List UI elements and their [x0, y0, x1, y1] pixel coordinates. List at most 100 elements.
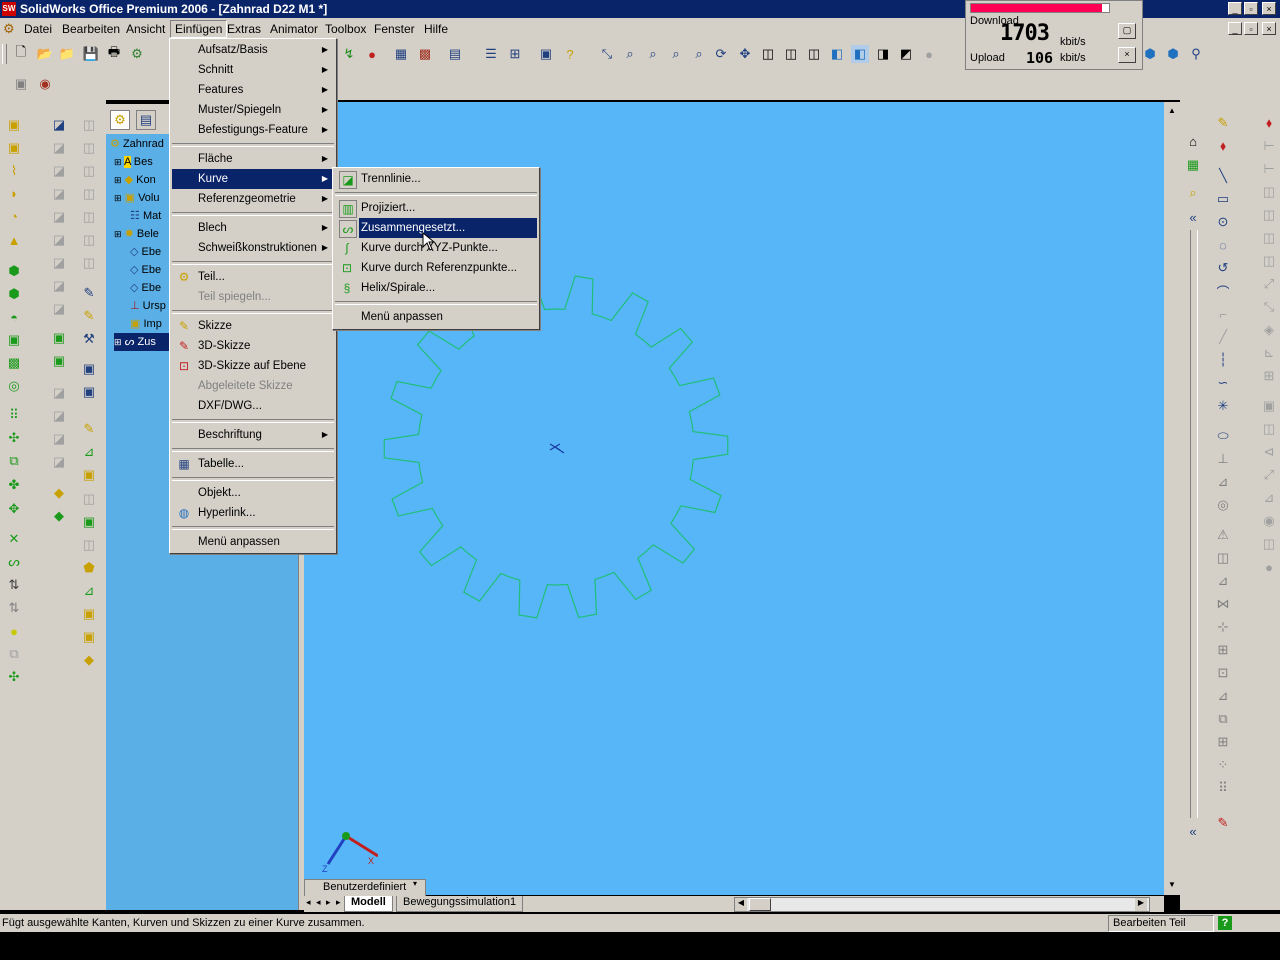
- minimize-icon[interactable]: _: [1228, 2, 1242, 15]
- scroll-left-icon[interactable]: ◀: [735, 898, 747, 911]
- wireframe-icon[interactable]: ◫: [759, 45, 777, 63]
- grid-icon[interactable]: ▦: [392, 45, 410, 63]
- menu-animator[interactable]: Animator: [266, 21, 322, 37]
- rib-icon[interactable]: ⬢: [5, 285, 23, 303]
- tree-item-annotations[interactable]: ⊞ A Bes: [114, 153, 153, 171]
- zoom-in-icon[interactable]: ⌕: [667, 45, 685, 63]
- options-icon[interactable]: ⚙: [128, 45, 146, 63]
- relation-18-icon[interactable]: ◉: [1260, 512, 1278, 530]
- sphere-icon[interactable]: ●: [5, 622, 23, 640]
- scroll-thumb[interactable]: [749, 898, 771, 911]
- relation-17-icon[interactable]: ⊿: [1260, 489, 1278, 507]
- menu-item-teil[interactable]: ⚙ Teil...: [172, 267, 334, 287]
- zoom-area-icon[interactable]: ⌕: [644, 45, 662, 63]
- relation-4-icon[interactable]: ◫: [1260, 183, 1278, 201]
- relation-11-icon[interactable]: ⊾: [1260, 344, 1278, 362]
- tab-modell[interactable]: Modell: [344, 896, 393, 912]
- chevron-down-icon[interactable]: ▾: [413, 879, 417, 888]
- tree-item-plane-front[interactable]: ◇ Ebe: [130, 243, 161, 261]
- menu-item-aufsatz-basis[interactable]: Aufsatz/Basis ▶: [172, 40, 334, 60]
- submenu-item-zusammengesetzt[interactable]: ᔕ Zusammengesetzt...: [335, 218, 537, 238]
- intersection-icon[interactable]: ⊿: [1214, 572, 1232, 590]
- horizontal-scrollbar[interactable]: ◀ ▶: [734, 897, 1150, 912]
- smart-dim-icon[interactable]: ✎: [80, 307, 98, 325]
- scroll-up-icon[interactable]: ▲: [1164, 106, 1180, 122]
- view-orientation-dropdown[interactable]: Benutzerdefiniert ▾: [304, 879, 426, 897]
- doc-restore-icon[interactable]: ▫: [1244, 22, 1258, 35]
- shell-icon[interactable]: ⬢: [5, 262, 23, 280]
- toolbar-grip[interactable]: [2, 44, 7, 64]
- revolved-surface-icon[interactable]: ◪: [50, 139, 68, 157]
- tree-item-origin[interactable]: ⊥ Ursp: [130, 297, 166, 315]
- menu-item-flaeche[interactable]: Fläche ▶: [172, 149, 334, 169]
- submenu-item-kurve-referenzpunkte[interactable]: ⊡ Kurve durch Referenzpunkte...: [335, 258, 537, 278]
- offset-surface-icon[interactable]: ◪: [50, 208, 68, 226]
- explorer-icon[interactable]: ⌕: [1184, 184, 1202, 202]
- vertical-scrollbar[interactable]: ▲ ▼: [1164, 102, 1180, 895]
- replace-face-icon[interactable]: ◪: [50, 430, 68, 448]
- record-icon[interactable]: ◉: [36, 75, 54, 93]
- sketch-fillet-icon[interactable]: ⌐: [1214, 305, 1232, 323]
- select-icon[interactable]: ⊞: [506, 45, 524, 63]
- relation-14-icon[interactable]: ◫: [1260, 420, 1278, 438]
- tree-item-composite[interactable]: ⊞ ᔕ Zus: [114, 333, 174, 351]
- zoom-fit-icon[interactable]: ⌕: [621, 45, 639, 63]
- grid-sketch-icon[interactable]: ⊞: [1214, 733, 1232, 751]
- delete-face-icon[interactable]: ◪: [50, 407, 68, 425]
- menu-einfuegen[interactable]: Einfügen: [170, 20, 228, 38]
- new-icon[interactable]: 🗋: [12, 44, 30, 63]
- tree-item-material[interactable]: ☷ Mat: [130, 207, 161, 225]
- maximize-icon[interactable]: ▫: [1244, 2, 1258, 15]
- extrude-boss-icon[interactable]: ▣: [5, 116, 23, 134]
- relation-1-icon[interactable]: ⬧: [1260, 114, 1278, 132]
- propertymanager-tab-icon[interactable]: ▤: [136, 110, 156, 130]
- library-icon[interactable]: ▦: [1184, 156, 1202, 174]
- dots-icon[interactable]: ⁘: [1214, 756, 1232, 774]
- wrap-icon[interactable]: ▣: [5, 331, 23, 349]
- draft-icon[interactable]: ▲: [5, 231, 23, 249]
- relation-6-icon[interactable]: ◫: [1260, 229, 1278, 247]
- rebuild-icon[interactable]: ●: [363, 45, 381, 63]
- mid-surface-icon[interactable]: ◪: [50, 384, 68, 402]
- deform-icon[interactable]: ▩: [5, 354, 23, 372]
- relation-19-icon[interactable]: ◫: [1260, 535, 1278, 553]
- open-folder-icon[interactable]: 📁: [58, 45, 76, 63]
- rotate-entities-icon[interactable]: ⊡: [1214, 664, 1232, 682]
- shaded-edges-icon[interactable]: ◧: [851, 45, 869, 63]
- 3d-sketch-icon[interactable]: ✎: [1214, 814, 1232, 832]
- menu-item-blech[interactable]: Blech ▶: [172, 218, 334, 238]
- tool-6-icon[interactable]: ◫: [80, 231, 98, 249]
- lofted-surface-icon[interactable]: ◪: [50, 185, 68, 203]
- arc-icon[interactable]: ◌: [1214, 236, 1232, 254]
- app-icon[interactable]: SW: [2, 2, 16, 16]
- menu-ansicht[interactable]: Ansicht: [122, 21, 169, 37]
- zoom-selection-icon[interactable]: ⌕: [690, 45, 708, 63]
- brick-icon[interactable]: ▩: [416, 45, 434, 63]
- thicken-icon[interactable]: ◆: [50, 484, 68, 502]
- menu-item-3d-skizze[interactable]: ✎ 3D-Skizze: [172, 336, 334, 356]
- relation-16-icon[interactable]: ⤢: [1260, 466, 1278, 484]
- chamfer-icon[interactable]: ╱: [1214, 328, 1232, 346]
- tree-item-plane-top[interactable]: ◇ Ebe: [130, 261, 161, 279]
- shadow-icon[interactable]: ◨: [874, 45, 892, 63]
- menu-item-muster-spiegeln[interactable]: Muster/Spiegeln ▶: [172, 100, 334, 120]
- extend-surface-icon[interactable]: ◪: [50, 300, 68, 318]
- relation-8-icon[interactable]: ⤢: [1260, 275, 1278, 293]
- menu-item-features[interactable]: Features ▶: [172, 80, 334, 100]
- circular-pattern-icon[interactable]: ✣: [5, 429, 23, 447]
- help-icon[interactable]: ?: [561, 45, 579, 63]
- tool-20-icon[interactable]: ◆: [80, 651, 98, 669]
- mirror-icon[interactable]: ⧉: [5, 452, 23, 470]
- sketch-icon[interactable]: ✎: [1214, 114, 1232, 132]
- submenu-item-kurve-xyz[interactable]: ∫ Kurve durch XYZ-Punkte...: [335, 238, 537, 258]
- featuremanager-tab-icon[interactable]: ⚙: [110, 110, 130, 130]
- spline-icon[interactable]: ∽: [1214, 374, 1232, 392]
- select-filter-icon[interactable]: ⤡: [598, 45, 616, 63]
- relation-5-icon[interactable]: ◫: [1260, 206, 1278, 224]
- tangent-arc-icon[interactable]: ↺: [1214, 259, 1232, 277]
- dome-icon[interactable]: ◓: [5, 308, 23, 326]
- centerline-icon[interactable]: ┆: [1214, 351, 1232, 369]
- menu-item-menue-anpassen[interactable]: Menü anpassen: [172, 532, 334, 552]
- tool-17-icon[interactable]: ⊿: [80, 582, 98, 600]
- relation-15-icon[interactable]: ⊲: [1260, 443, 1278, 461]
